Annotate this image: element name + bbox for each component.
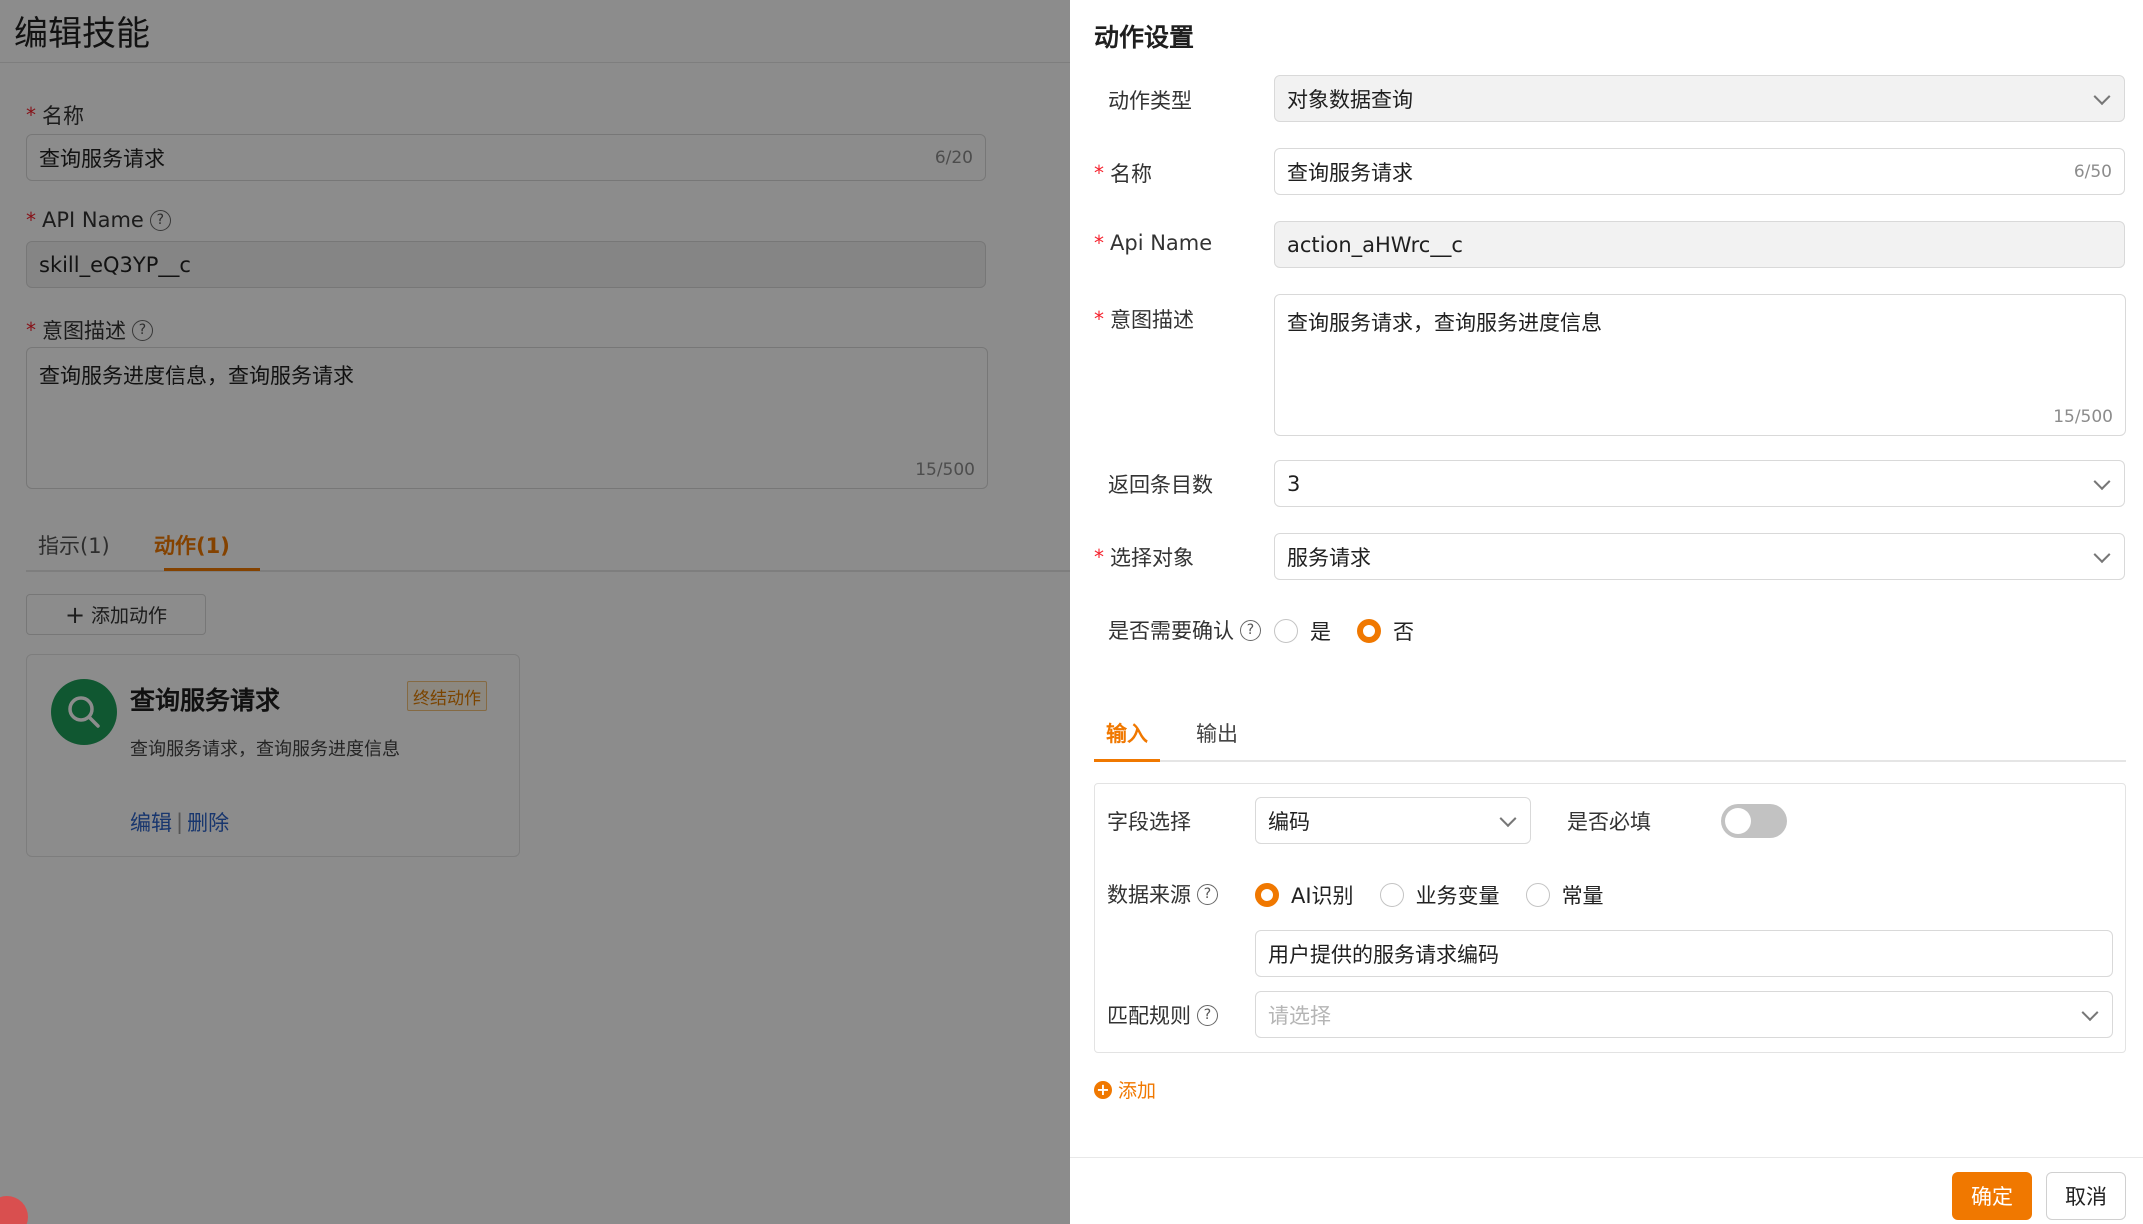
match-rule-label: 匹配规则 ? xyxy=(1107,1000,1218,1030)
action-api-name-label: * Api Name xyxy=(1094,231,1213,255)
confirm-yes-radio[interactable]: 是 xyxy=(1274,616,1331,646)
chevron-down-icon xyxy=(2081,1003,2099,1021)
radio-checked-icon xyxy=(1357,619,1381,643)
action-name-label: * 名称 xyxy=(1094,161,1152,186)
add-field-button[interactable]: + 添加 xyxy=(1094,1076,1156,1103)
required-mark: * xyxy=(1094,545,1104,569)
confirm-no-radio[interactable]: 否 xyxy=(1357,616,1414,646)
required-mark: * xyxy=(1094,231,1104,255)
drawer-footer: 确定 取消 xyxy=(1070,1157,2143,1224)
confirm-radio-group: 是 否 xyxy=(1274,616,1440,646)
return-count-label: 返回条目数 xyxy=(1108,473,1213,497)
chevron-down-icon xyxy=(2093,87,2111,105)
select-object-select[interactable]: 服务请求 xyxy=(1274,533,2125,580)
radio-unchecked-icon xyxy=(1525,883,1550,907)
active-tab-indicator xyxy=(1094,759,1160,762)
action-intent-textarea[interactable]: 查询服务请求，查询服务进度信息 15/500 xyxy=(1274,294,2126,436)
plus-circle-icon: + xyxy=(1094,1080,1112,1099)
source-constant-radio[interactable]: 常量 xyxy=(1525,880,1604,910)
action-intent-label: * 意图描述 xyxy=(1094,307,1194,332)
confirm-label: 是否需要确认 ? xyxy=(1094,615,1261,645)
required-toggle[interactable] xyxy=(1721,804,1787,838)
chevron-down-icon xyxy=(1499,809,1517,827)
field-select[interactable]: 编码 xyxy=(1255,797,1531,844)
data-source-label: 数据来源 ? xyxy=(1107,879,1218,909)
io-tabs: 输入 输出 xyxy=(1094,710,2126,762)
source-description-input[interactable]: 用户提供的服务请求编码 xyxy=(1255,930,2113,977)
name-char-count: 6/50 xyxy=(2073,161,2112,182)
radio-unchecked-icon xyxy=(1379,883,1404,907)
toggle-knob xyxy=(1725,808,1751,834)
cancel-button[interactable]: 取消 xyxy=(2046,1172,2126,1220)
source-business-variable-radio[interactable]: 业务变量 xyxy=(1379,880,1500,910)
field-select-label: 字段选择 xyxy=(1107,810,1191,834)
help-icon[interactable]: ? xyxy=(1240,619,1261,641)
input-field-config: 字段选择 编码 是否必填 数据来源 ? AI识别 业务变量 常量 用户提供的服务… xyxy=(1094,783,2126,1053)
match-rule-select[interactable]: 请选择 xyxy=(1255,991,2113,1038)
radio-unchecked-icon xyxy=(1274,619,1298,643)
help-icon[interactable]: ? xyxy=(1197,1004,1218,1026)
select-object-label: * 选择对象 xyxy=(1094,545,1194,570)
required-mark: * xyxy=(1094,307,1104,331)
action-api-name-input: action_aHWrc__c xyxy=(1274,221,2125,268)
radio-checked-icon xyxy=(1255,883,1279,907)
chevron-down-icon xyxy=(2093,472,2111,490)
action-name-input[interactable]: 查询服务请求 6/50 xyxy=(1274,148,2125,195)
confirm-button[interactable]: 确定 xyxy=(1952,1172,2032,1220)
required-toggle-label: 是否必填 xyxy=(1567,810,1651,834)
intent-char-count: 15/500 xyxy=(2053,407,2113,427)
data-source-radio-group: AI识别 业务变量 常量 xyxy=(1255,880,1630,910)
help-icon[interactable]: ? xyxy=(1197,883,1218,905)
chevron-down-icon xyxy=(2093,545,2111,563)
action-type-label: 动作类型 xyxy=(1108,89,1192,113)
return-count-select[interactable]: 3 xyxy=(1274,460,2125,507)
source-ai-radio[interactable]: AI识别 xyxy=(1255,880,1354,910)
action-type-select: 对象数据查询 xyxy=(1274,75,2125,122)
tab-output[interactable]: 输出 xyxy=(1196,718,1238,748)
drawer-title: 动作设置 xyxy=(1094,23,1195,52)
required-mark: * xyxy=(1094,161,1104,185)
action-settings-drawer: 动作设置 动作类型 对象数据查询 * 名称 查询服务请求 6/50 * Api Na… xyxy=(1070,0,2143,1224)
tab-input[interactable]: 输入 xyxy=(1106,718,1148,748)
